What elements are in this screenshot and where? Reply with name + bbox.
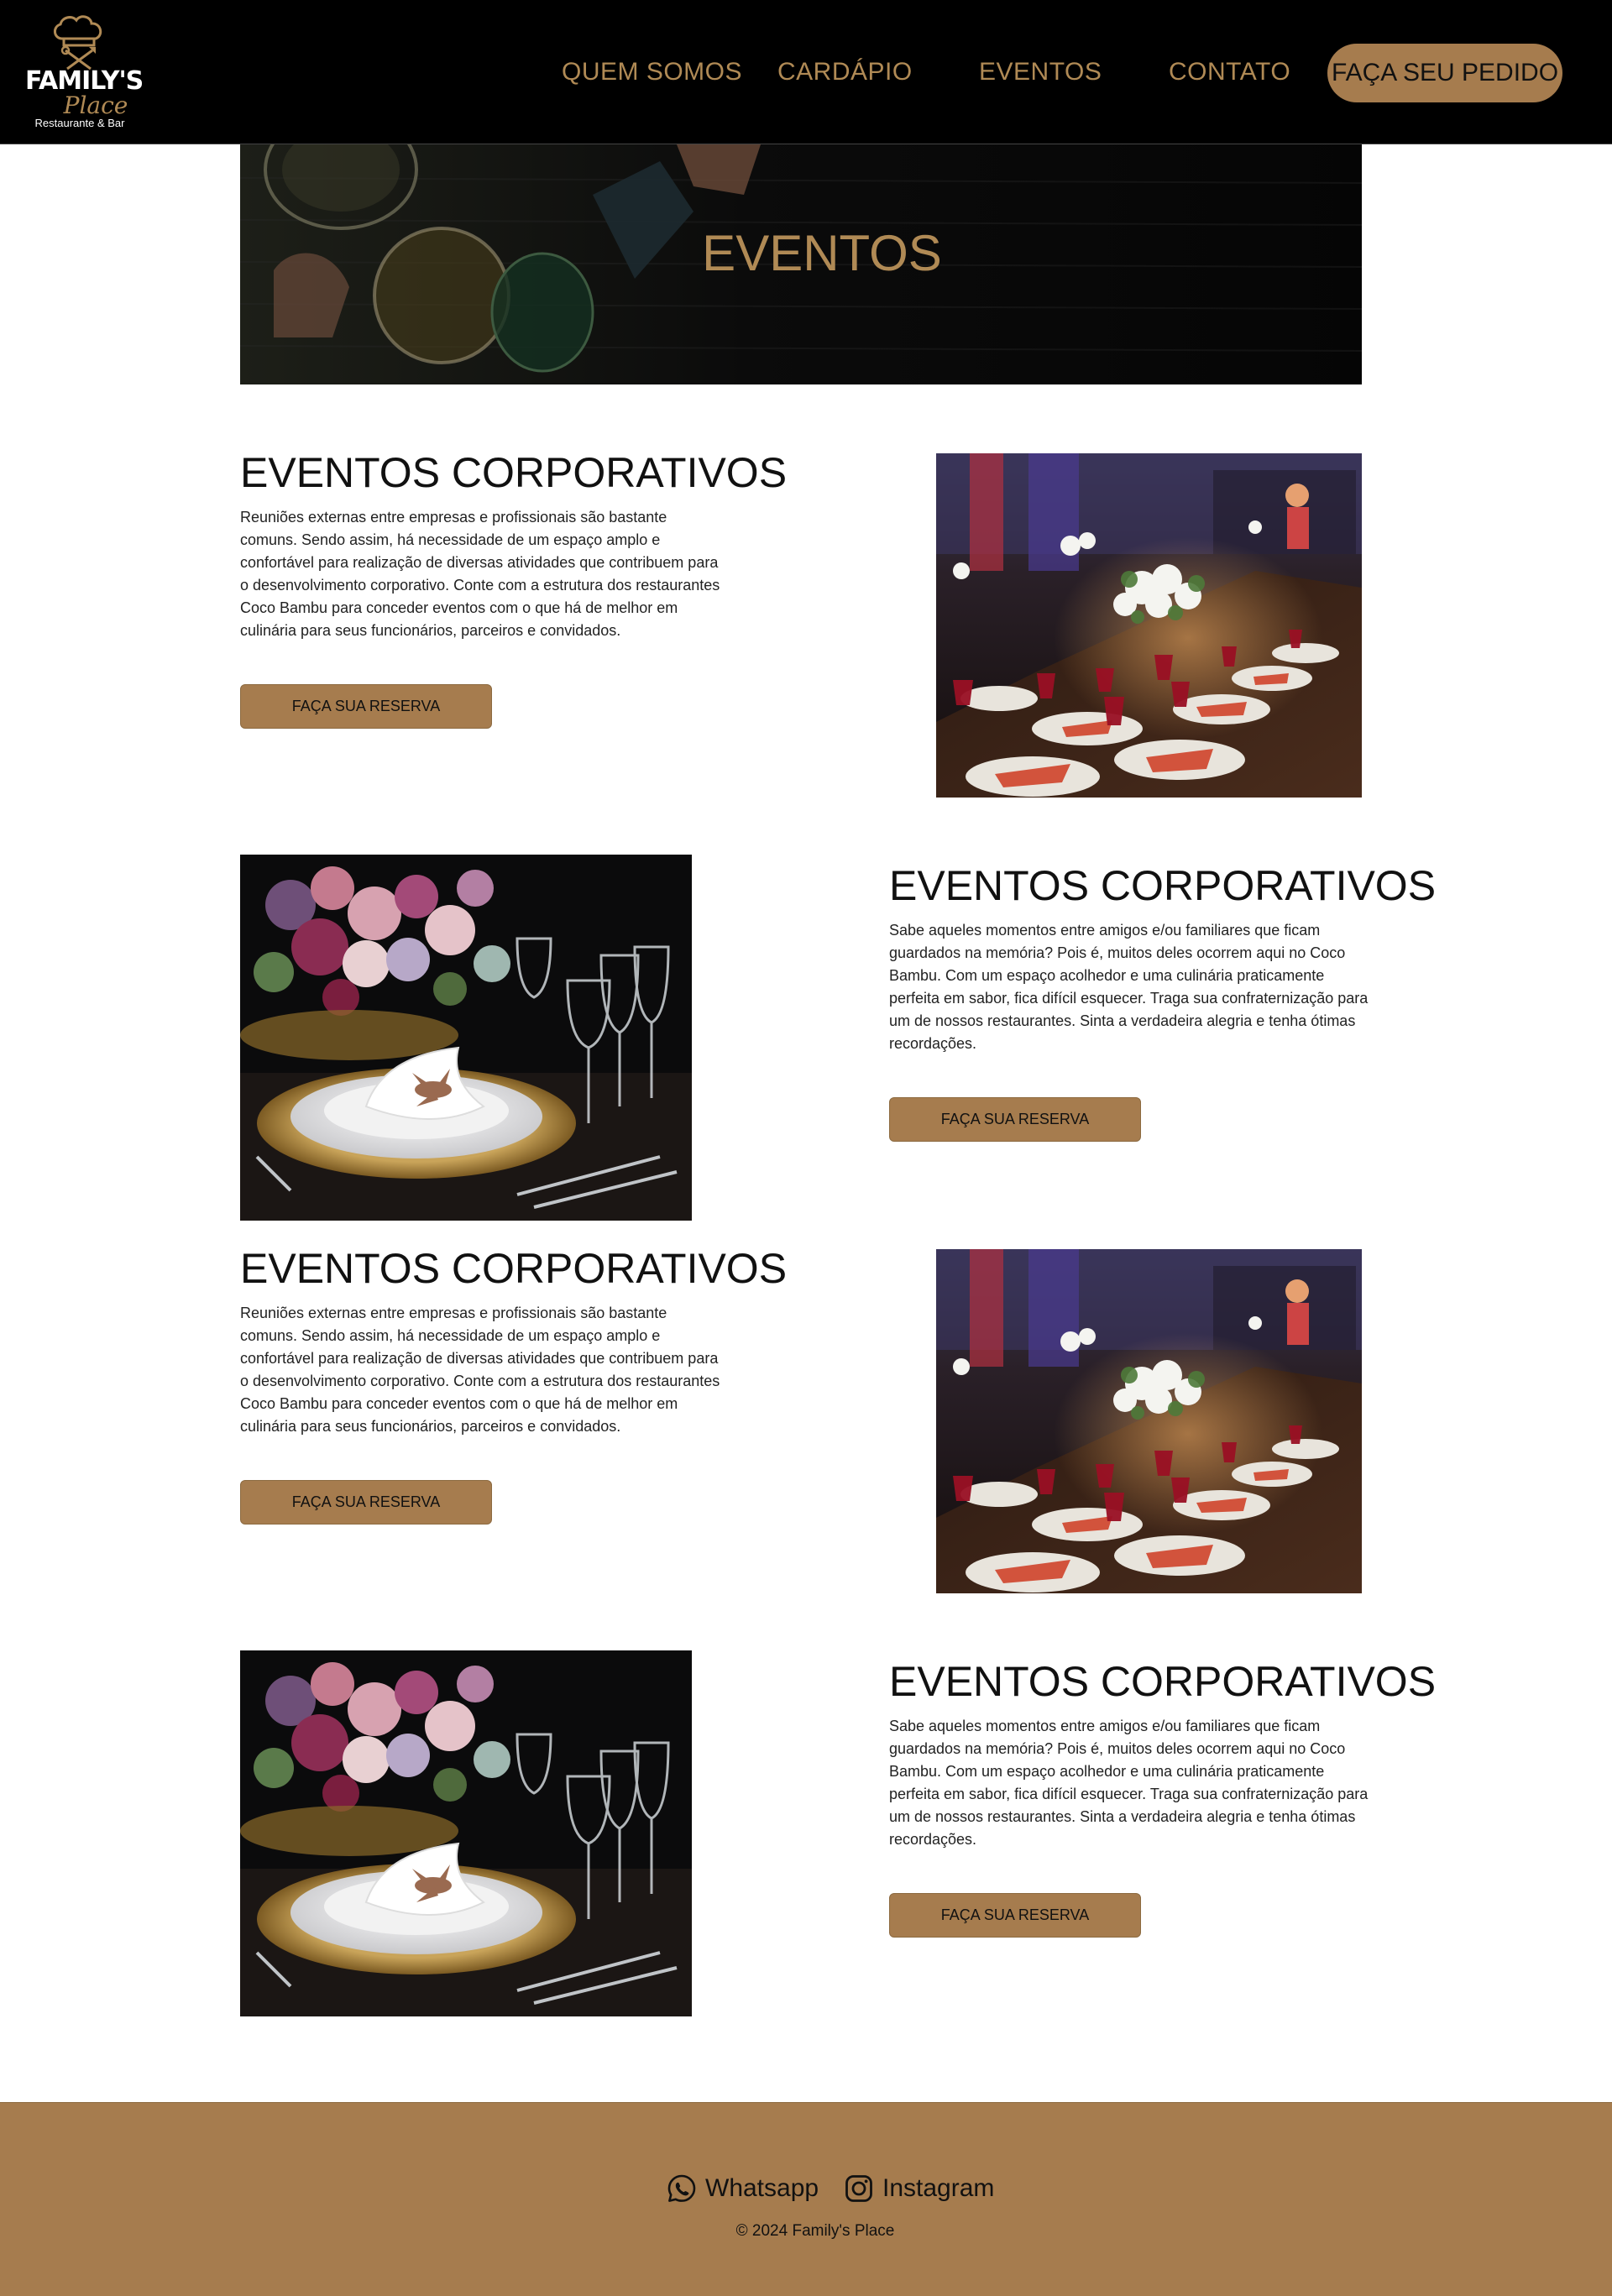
section-3-text: Reuniões externas entre empresas e profi… bbox=[240, 1305, 720, 1435]
order-button[interactable]: FAÇA SEU PEDIDO bbox=[1327, 44, 1562, 102]
section-4-photo bbox=[240, 1650, 692, 2016]
restaurant-table-image bbox=[936, 1249, 1362, 1593]
instagram-link[interactable]: Instagram bbox=[844, 2170, 994, 2207]
section-1-text: Reuniões externas entre empresas e profi… bbox=[240, 509, 720, 639]
place-setting-image bbox=[240, 855, 692, 1221]
nav-eventos[interactable]: EVENTOS bbox=[979, 57, 1102, 87]
copyright-text: © 2024 Family's Place bbox=[735, 2222, 895, 2240]
brand-name: FAMILY'S bbox=[25, 66, 144, 96]
section-3-title: EVENTOS CORPORATIVOS bbox=[240, 1245, 788, 1292]
section-4-reserve-button[interactable]: FAÇA SUA RESERVA bbox=[889, 1893, 1141, 1938]
section-3-photo bbox=[936, 1249, 1362, 1593]
section-2-photo bbox=[240, 855, 692, 1221]
nav-contato[interactable]: CONTATO bbox=[1169, 57, 1290, 87]
section-2-text: Sabe aqueles momentos entre amigos e/ou … bbox=[889, 922, 1369, 1052]
restaurant-table-image bbox=[936, 453, 1362, 798]
section-1-photo bbox=[936, 453, 1362, 798]
brand-script: Place bbox=[63, 92, 128, 119]
site-footer: Whatsapp Instagram © 2024 Family's Place bbox=[0, 2102, 1612, 2296]
brand-logo[interactable]: FAMILY'S Place Restaurante & Bar bbox=[25, 13, 144, 133]
section-1-reserve-button[interactable]: FAÇA SUA RESERVA bbox=[240, 684, 492, 729]
section-4-text: Sabe aqueles momentos entre amigos e/ou … bbox=[889, 1718, 1369, 1848]
whatsapp-icon bbox=[667, 2174, 696, 2202]
section-1-title: EVENTOS CORPORATIVOS bbox=[240, 449, 788, 496]
hero-banner: EVENTOS bbox=[240, 144, 1362, 384]
nav-cardapio[interactable]: CARDÁPIO bbox=[777, 57, 913, 87]
hero-title: EVENTOS bbox=[702, 225, 942, 281]
instagram-label: Instagram bbox=[882, 2174, 995, 2202]
whatsapp-link[interactable]: Whatsapp bbox=[667, 2170, 819, 2207]
chef-hat-icon bbox=[54, 15, 102, 71]
instagram-icon bbox=[845, 2175, 872, 2202]
place-setting-image bbox=[240, 1650, 692, 2016]
section-4-title: EVENTOS CORPORATIVOS bbox=[889, 1658, 1437, 1705]
whatsapp-label: Whatsapp bbox=[705, 2174, 819, 2202]
site-header: FAMILY'S Place Restaurante & Bar QUEM SO… bbox=[0, 0, 1612, 144]
nav-quem-somos[interactable]: QUEM SOMOS bbox=[562, 57, 742, 87]
section-2-reserve-button[interactable]: FAÇA SUA RESERVA bbox=[889, 1097, 1141, 1142]
brand-tagline: Restaurante & Bar bbox=[34, 117, 125, 129]
section-3-reserve-button[interactable]: FAÇA SUA RESERVA bbox=[240, 1480, 492, 1525]
section-2-title: EVENTOS CORPORATIVOS bbox=[889, 862, 1437, 909]
